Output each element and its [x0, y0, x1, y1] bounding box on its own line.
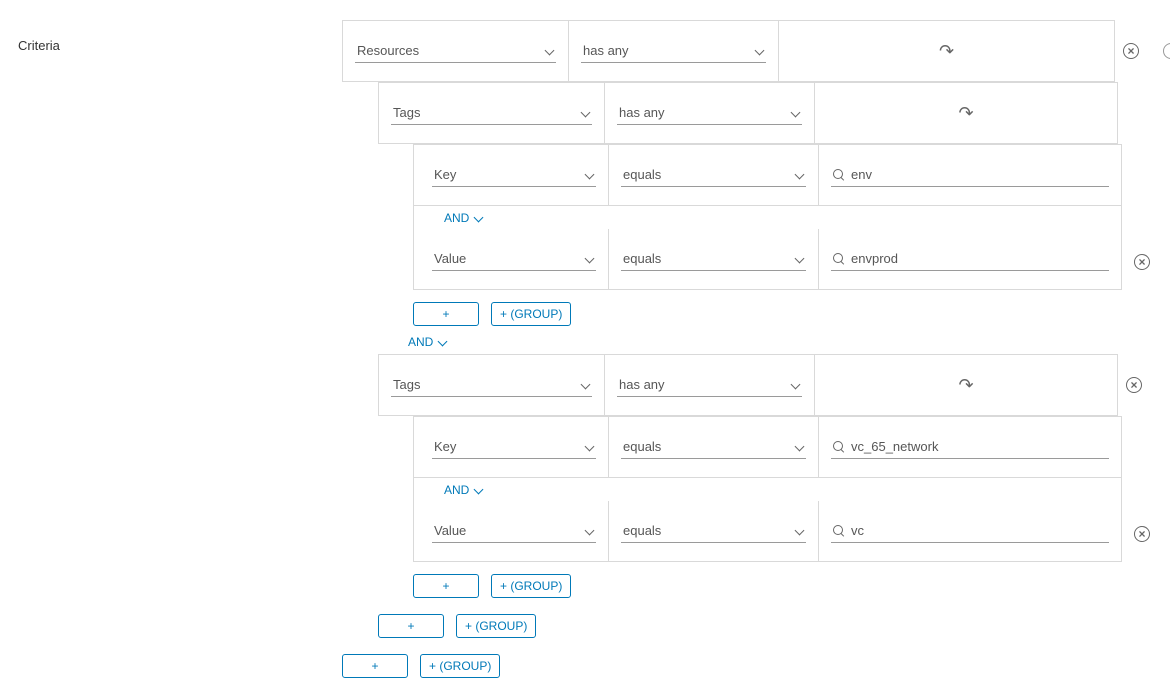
op-select-key-a[interactable]: equals — [621, 167, 806, 187]
info-icon[interactable] — [1163, 43, 1170, 59]
criteria-row-tags-b: Tags has any ↷ — [378, 354, 1118, 416]
criteria-label: Criteria — [16, 38, 76, 53]
operator-value: has any — [619, 377, 665, 392]
chevron-down-icon — [794, 526, 804, 536]
tags-a-card: Key equals — [413, 144, 1122, 290]
field-select-value-b[interactable]: Value — [432, 523, 596, 543]
chevron-down-icon — [794, 442, 804, 452]
chevron-down-icon — [473, 213, 483, 223]
op-select-key-b[interactable]: equals — [621, 439, 806, 459]
chevron-down-icon — [584, 526, 594, 536]
chevron-down-icon — [754, 46, 764, 56]
chevron-down-icon — [437, 337, 447, 347]
add-group-button[interactable]: + (GROUP) — [491, 302, 571, 326]
criteria-row-tags-a: Tags has any ↷ — [378, 82, 1118, 144]
chevron-down-icon — [584, 442, 594, 452]
add-group-button[interactable]: + (GROUP) — [491, 574, 571, 598]
chevron-down-icon — [584, 254, 594, 264]
field-select-key-b[interactable]: Key — [432, 439, 596, 459]
chevron-down-icon — [790, 380, 800, 390]
chevron-down-icon — [794, 254, 804, 264]
operator-select-tags-a[interactable]: has any — [617, 105, 802, 125]
chevron-down-icon — [473, 485, 483, 495]
expand-arrow-icon: ↷ — [958, 103, 973, 124]
op-select-value-b[interactable]: equals — [621, 523, 806, 543]
criteria-row-root: Resources has any ↷ — [342, 20, 1115, 82]
subject-select-root[interactable]: Resources — [355, 43, 556, 63]
delete-row-button[interactable] — [1134, 526, 1150, 542]
chevron-down-icon — [580, 108, 590, 118]
value-input-key-b[interactable]: vc_65_network — [831, 439, 1109, 459]
key-row: Key equals — [414, 417, 1121, 477]
add-condition-button[interactable]: + — [342, 654, 408, 678]
subject-value: Resources — [357, 43, 419, 58]
value-input-value-a[interactable]: envprod — [831, 251, 1109, 271]
value-input-key-a[interactable]: env — [831, 167, 1109, 187]
expand-arrow-icon: ↷ — [958, 375, 973, 396]
subject-select-tags-a[interactable]: Tags — [391, 105, 592, 125]
search-icon — [833, 441, 845, 453]
search-icon — [833, 169, 845, 181]
add-group-button[interactable]: + (GROUP) — [420, 654, 500, 678]
chevron-down-icon — [790, 108, 800, 118]
op-select-value-a[interactable]: equals — [621, 251, 806, 271]
operator-value: has any — [619, 105, 665, 120]
subject-select-tags-b[interactable]: Tags — [391, 377, 592, 397]
add-condition-button[interactable]: + — [378, 614, 444, 638]
and-toggle[interactable]: AND — [378, 335, 447, 349]
value-input-value-b[interactable]: vc — [831, 523, 1109, 543]
subject-value: Tags — [393, 377, 420, 392]
value-row: Value equals — [414, 501, 1121, 561]
field-select-key-a[interactable]: Key — [432, 167, 596, 187]
and-toggle[interactable]: AND — [414, 211, 483, 225]
chevron-down-icon — [580, 380, 590, 390]
chevron-down-icon — [544, 46, 554, 56]
chevron-down-icon — [794, 170, 804, 180]
operator-select-root[interactable]: has any — [581, 43, 766, 63]
expand-arrow-icon: ↷ — [939, 41, 954, 62]
delete-row-button[interactable] — [1134, 254, 1150, 270]
field-select-value-a[interactable]: Value — [432, 251, 596, 271]
tags-b-card: Key equals — [413, 416, 1122, 562]
and-toggle[interactable]: AND — [414, 483, 483, 497]
subject-value: Tags — [393, 105, 420, 120]
chevron-down-icon — [584, 170, 594, 180]
delete-row-button[interactable] — [1123, 43, 1139, 59]
key-row: Key equals — [414, 145, 1121, 205]
add-condition-button[interactable]: + — [413, 302, 479, 326]
add-condition-button[interactable]: + — [413, 574, 479, 598]
delete-row-button[interactable] — [1126, 377, 1142, 393]
operator-value: has any — [583, 43, 629, 58]
add-group-button[interactable]: + (GROUP) — [456, 614, 536, 638]
value-row: Value equals — [414, 229, 1121, 289]
search-icon — [833, 525, 845, 537]
search-icon — [833, 253, 845, 265]
operator-select-tags-b[interactable]: has any — [617, 377, 802, 397]
